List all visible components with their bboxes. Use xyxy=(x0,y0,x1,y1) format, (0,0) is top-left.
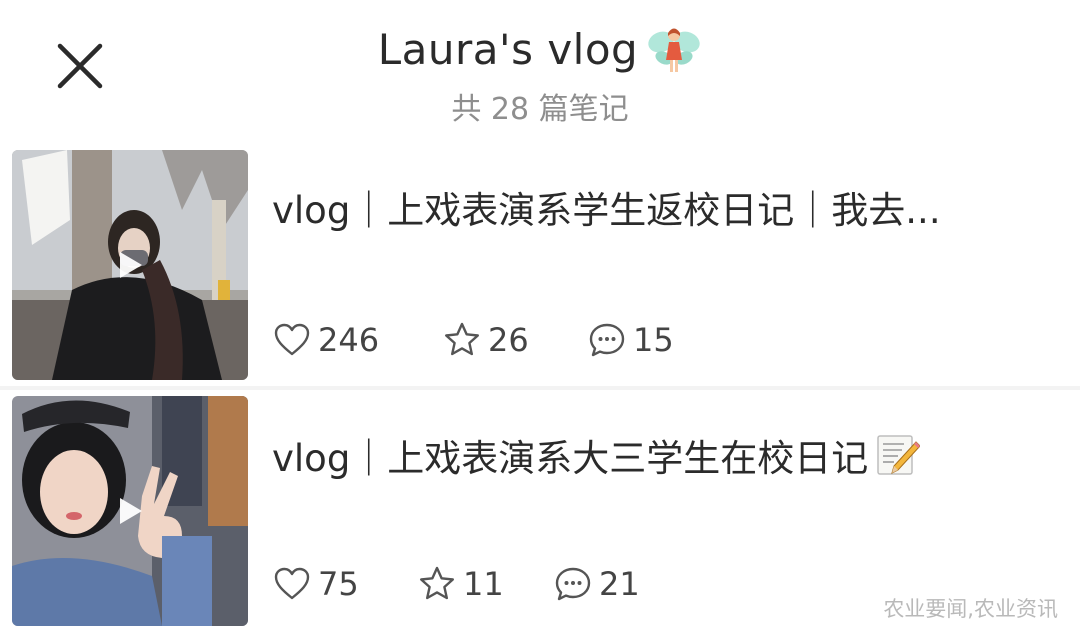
comment-count: 15 xyxy=(633,321,674,359)
video-thumbnail[interactable] xyxy=(12,150,248,380)
memo-icon xyxy=(877,435,921,475)
note-list: vlog｜上戏表演系学生返校日记｜我去... 246 26 15 vlog｜上戏… xyxy=(0,136,1080,631)
note-title[interactable]: vlog｜上戏表演系大三学生在校日记 xyxy=(272,428,921,482)
note-title[interactable]: vlog｜上戏表演系学生返校日记｜我去... xyxy=(272,180,941,234)
comment-count: 21 xyxy=(599,565,640,603)
comment-button[interactable]: 21 xyxy=(553,564,640,604)
watermark: 农业要闻,农业资讯 xyxy=(883,597,1058,621)
page-title-wrap: Laura's vlog xyxy=(378,20,702,78)
play-icon xyxy=(120,498,142,524)
note-stats: 75 11 21 xyxy=(272,564,640,604)
note-stats: 246 26 15 xyxy=(272,320,674,360)
page-title: Laura's vlog xyxy=(377,24,639,74)
like-count: 246 xyxy=(318,321,380,359)
video-thumbnail[interactable] xyxy=(12,396,248,626)
star-icon xyxy=(420,566,454,600)
favorite-button[interactable]: 26 xyxy=(442,320,587,360)
favorite-button[interactable]: 11 xyxy=(417,564,553,604)
note-count: 共 28 篇笔记 xyxy=(451,92,629,127)
note-card[interactable]: vlog｜上戏表演系学生返校日记｜我去... 246 26 15 xyxy=(0,136,1080,386)
header-bar: Laura's vlog 共 28 篇笔记 xyxy=(0,0,1080,136)
star-icon xyxy=(445,322,479,356)
like-count: 75 xyxy=(318,565,359,603)
comment-icon xyxy=(589,323,625,357)
heart-icon xyxy=(274,323,310,356)
comment-button[interactable]: 15 xyxy=(587,320,674,360)
fairy-icon xyxy=(648,28,700,72)
comment-icon xyxy=(555,567,591,601)
like-button[interactable]: 246 xyxy=(272,320,442,360)
like-button[interactable]: 75 xyxy=(272,564,417,604)
favorite-count: 26 xyxy=(488,321,529,359)
play-icon xyxy=(120,252,142,278)
favorite-count: 11 xyxy=(463,565,504,603)
heart-icon xyxy=(274,567,310,600)
note-title-text: vlog｜上戏表演系大三学生在校日记 xyxy=(272,437,869,480)
note-title-text: vlog｜上戏表演系学生返校日记｜我去... xyxy=(272,189,941,232)
